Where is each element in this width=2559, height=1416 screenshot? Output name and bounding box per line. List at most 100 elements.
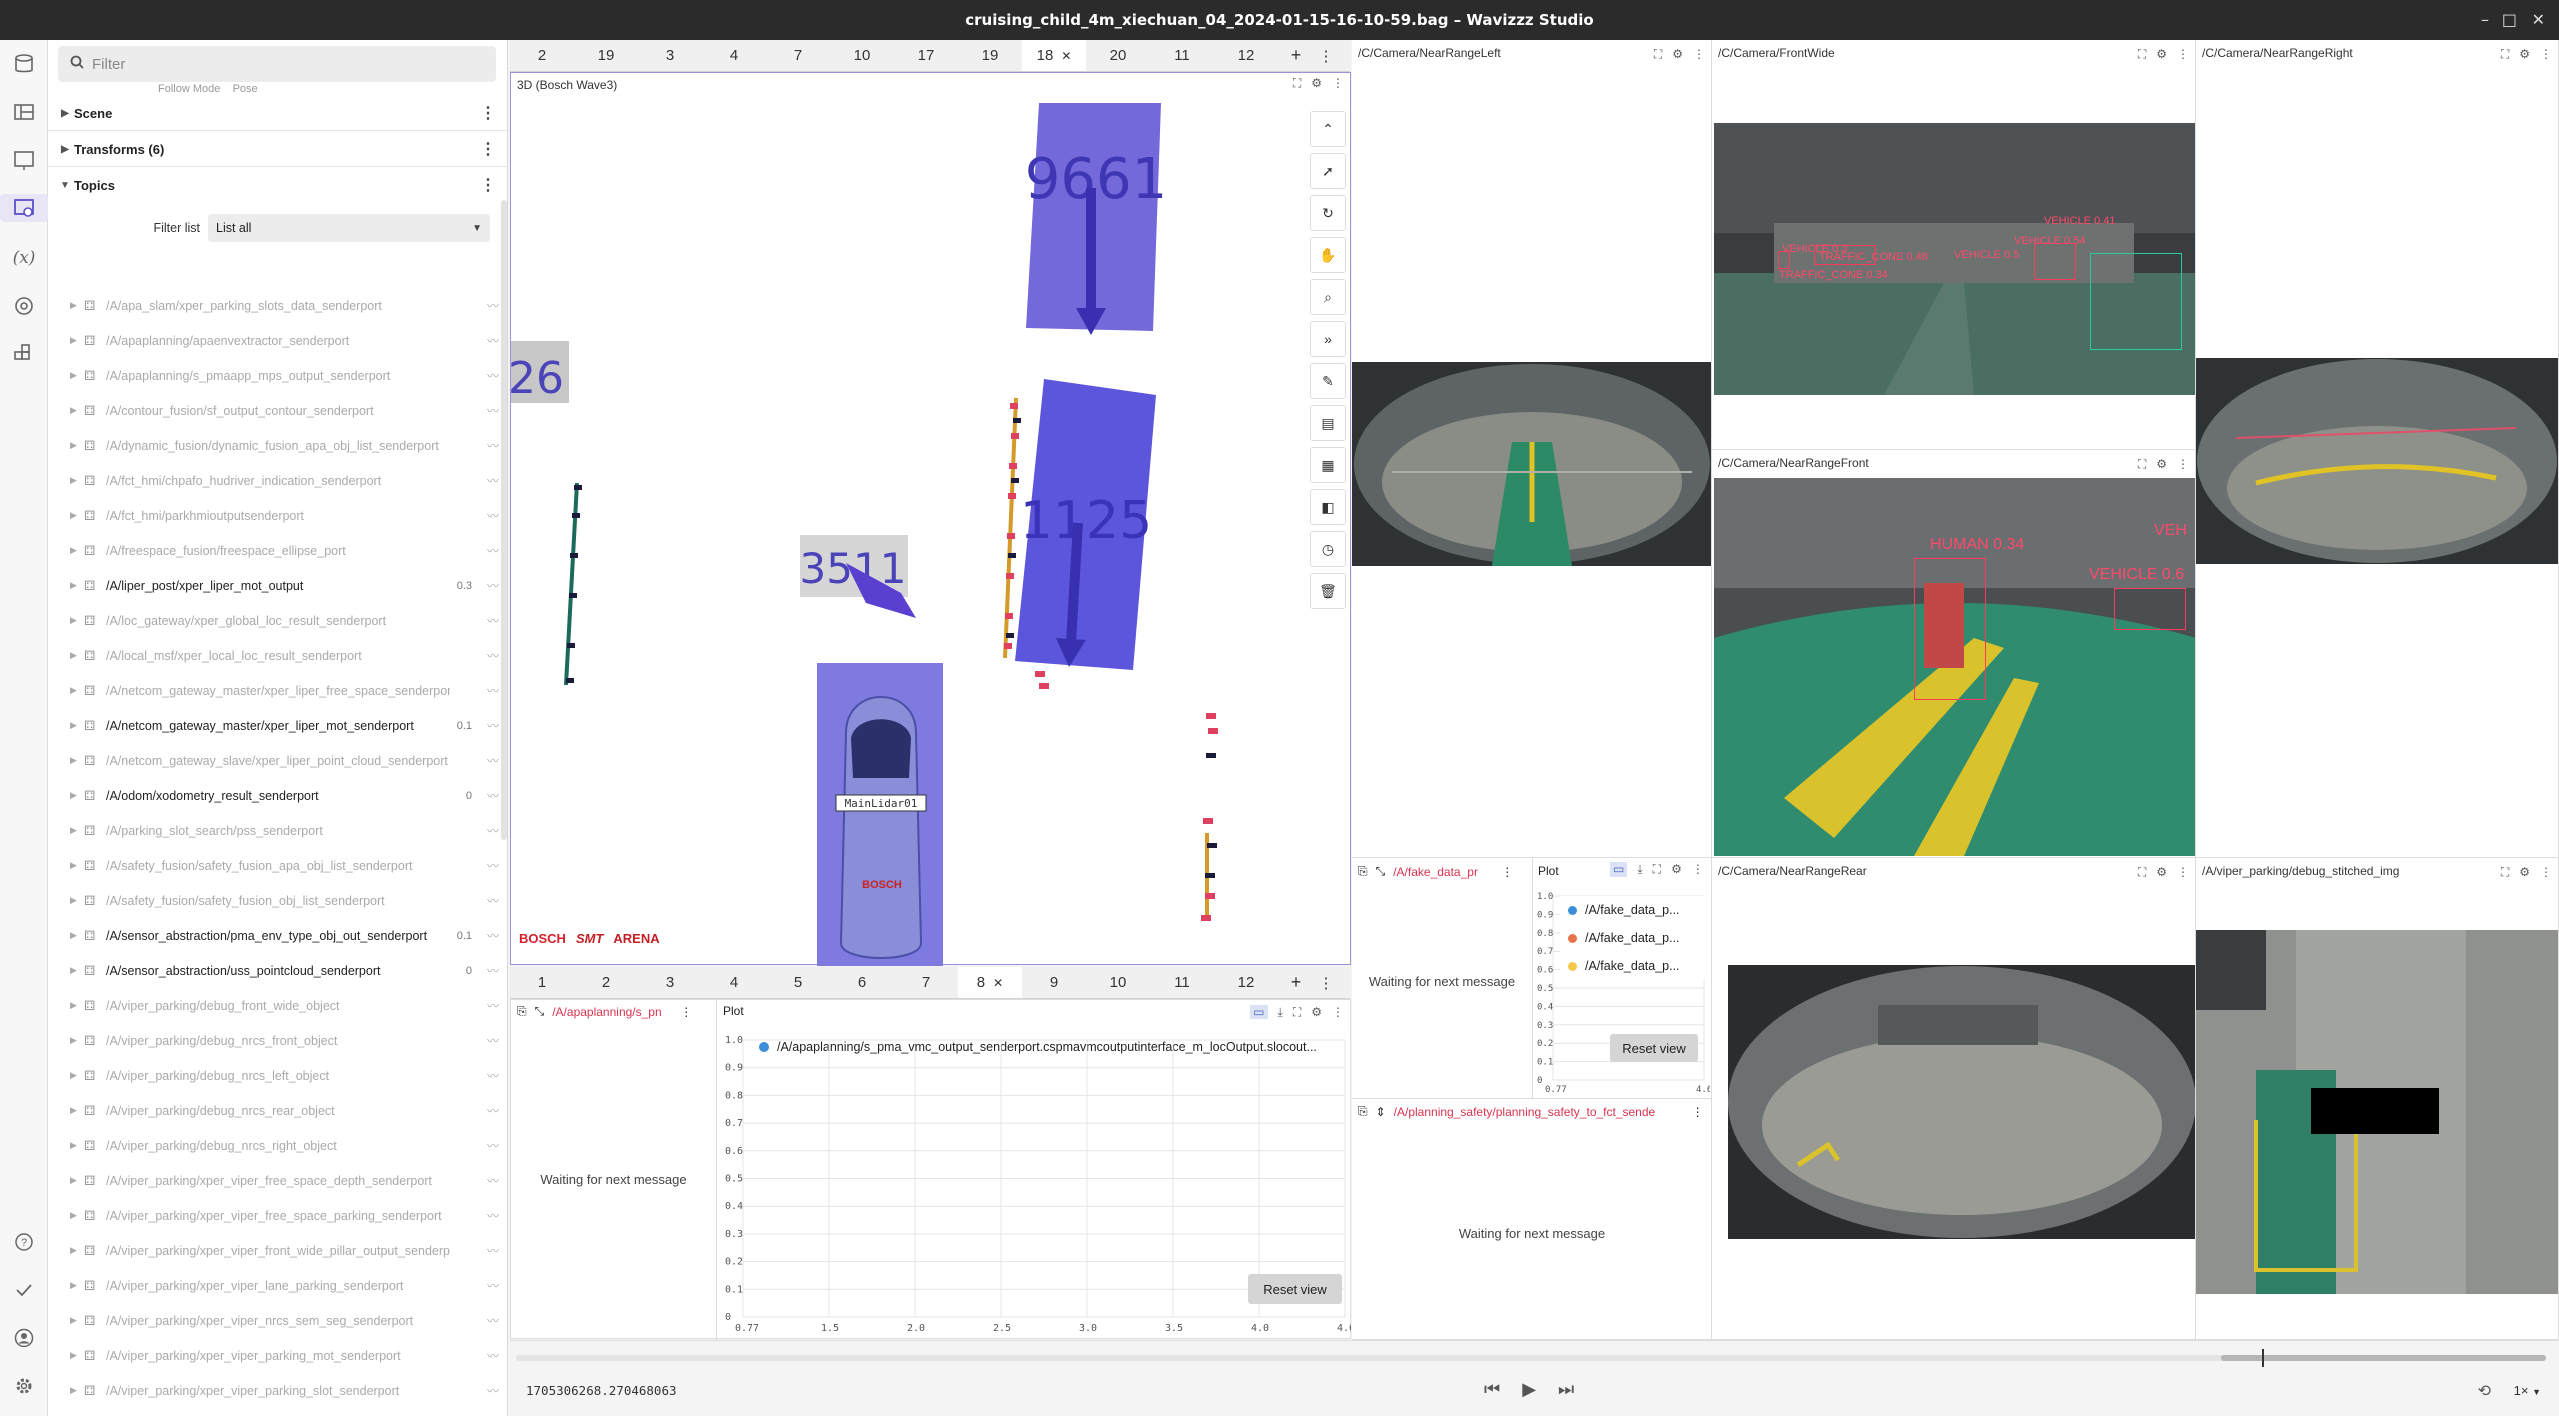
topic-row[interactable]: ▶ ⚃ /A/local_msf/xper_local_loc_result_sen… bbox=[48, 638, 507, 673]
chevron-right-icon[interactable]: ▶ bbox=[70, 965, 84, 976]
panel-settings-icon[interactable] bbox=[0, 194, 48, 222]
topic-row[interactable]: ▶ ⚃ /A/fct_hmi/chpafo_hudriver_indication_… bbox=[48, 463, 507, 498]
topic-row[interactable]: ▶ ⚃ /A/viper_parking/xper_viper_lane_parki… bbox=[48, 1268, 507, 1303]
view3d-panel[interactable]: 3D (Bosch Wave3) ⛶ ⚙ ⋮ 9661 1125 3511 26 bbox=[510, 72, 1351, 966]
chevron-right-icon[interactable]: ▶ bbox=[70, 1350, 84, 1361]
bottom-tab[interactable]: 5 bbox=[766, 967, 830, 998]
more-vertical-icon[interactable]: ⋮ bbox=[1314, 47, 1338, 65]
grid-icon[interactable]: ▦ bbox=[1310, 447, 1346, 483]
visibility-wave-icon[interactable]: 〰 bbox=[478, 857, 507, 874]
more-vertical-icon[interactable]: ⋮ bbox=[2540, 47, 2552, 61]
section-topics[interactable]: ▼ Topics ⋮ bbox=[48, 168, 507, 202]
bottom-tab[interactable]: 7 bbox=[894, 967, 958, 998]
chevron-right-icon[interactable]: ▶ bbox=[70, 930, 84, 941]
top-tab[interactable]: 18 ✕ bbox=[1022, 40, 1086, 71]
extensions-icon[interactable] bbox=[10, 340, 38, 368]
plot-mid-reset-button[interactable]: Reset view bbox=[1610, 1034, 1698, 1062]
skip-forward-icon[interactable]: ⏭ bbox=[1558, 1379, 1574, 1400]
topic-row[interactable]: ▶ ⚃ /A/viper_parking/debug_nrcs_right_obje… bbox=[48, 1128, 507, 1163]
topic-row[interactable]: ▶ ⚃ /A/apaplanning/apaenvextractor_senderp… bbox=[48, 323, 507, 358]
chevron-right-icon[interactable]: ▶ bbox=[70, 1385, 84, 1396]
bottom-tab[interactable]: 6 bbox=[830, 967, 894, 998]
top-tab[interactable]: 3 bbox=[638, 40, 702, 71]
section-scene[interactable]: ▶ Scene ⋮ bbox=[48, 96, 507, 131]
download-icon[interactable]: ⤓ bbox=[1278, 1005, 1283, 1020]
more-vertical-icon[interactable]: ⋮ bbox=[480, 139, 496, 159]
trash-icon[interactable]: 🗑 bbox=[1310, 573, 1346, 609]
chevron-right-icon[interactable]: ▶ bbox=[70, 335, 84, 346]
chevron-right-icon[interactable]: ▶ bbox=[70, 475, 84, 486]
more-vertical-icon[interactable]: ⋮ bbox=[2177, 865, 2189, 879]
double-chevron-icon[interactable]: » bbox=[1310, 321, 1346, 357]
topic-row[interactable]: ▶ ⚃ /A/viper_parking/xper_viper_front_wide… bbox=[48, 1233, 507, 1268]
camera-panel-near-right[interactable]: /C/Camera/NearRangeRight ⛶ ⚙ ⋮ bbox=[2196, 40, 2559, 858]
select-cursor-icon[interactable]: ➚ bbox=[1310, 153, 1346, 189]
sidebar-filter[interactable]: Filter bbox=[58, 46, 496, 82]
topic-row[interactable]: ▶ ⚃/A/fct_hmi/parkhmioutputsenderport 〰 bbox=[48, 498, 507, 533]
topic-row[interactable]: ▶ ⚃ /A/safety_fusion/safety_fusion_apa_obj… bbox=[48, 848, 507, 883]
topic-row[interactable]: ▶ ⚃ /A/contour_fusion/sf_output_contour_se… bbox=[48, 393, 507, 428]
bottom-tab[interactable]: 12 bbox=[1214, 967, 1278, 998]
close-window-button[interactable]: ✕ bbox=[2532, 10, 2545, 29]
chevron-right-icon[interactable]: ▶ bbox=[70, 1070, 84, 1081]
fullscreen-icon[interactable]: ⛶ bbox=[1293, 1005, 1301, 1020]
topic-row[interactable]: ▶ ⚃ /A/sensor_abstraction/uss_pointcloud_s… bbox=[48, 953, 507, 988]
topic-row[interactable]: ▶ ⚃/A/parking_slot_search/pss_senderport 〰 bbox=[48, 813, 507, 848]
top-tab[interactable]: 2 bbox=[510, 40, 574, 71]
gear-icon[interactable]: ⚙ bbox=[2519, 47, 2530, 61]
variables-icon[interactable]: (x) bbox=[10, 244, 38, 272]
chevron-right-icon[interactable]: ▶ bbox=[70, 1280, 84, 1291]
bottom-tab[interactable]: 11 bbox=[1150, 967, 1214, 998]
visibility-wave-icon[interactable]: 〰 bbox=[478, 1347, 507, 1364]
chevron-right-icon[interactable]: ▶ bbox=[70, 440, 84, 451]
bottom-tab[interactable]: 2 bbox=[574, 967, 638, 998]
topic-row[interactable]: ▶ ⚃ /A/safety_fusion/safety_fusion_obj_lis… bbox=[48, 883, 507, 918]
camera-panel-front-wide[interactable]: /C/Camera/FrontWide ⛶ ⚙ ⋮ VEHICLE 0.41 VEH… bbox=[1712, 40, 2196, 450]
visibility-wave-icon[interactable]: 〰 bbox=[478, 892, 507, 909]
gear-icon[interactable]: ⚙ bbox=[1672, 47, 1683, 61]
legend-item[interactable]: /A/fake_data_p... bbox=[1560, 952, 1705, 980]
topic-row[interactable]: ▶ ⚃ /A/viper_parking/xper_viper_parking_sl… bbox=[48, 1373, 507, 1408]
copy-icon[interactable]: ⎘ bbox=[1358, 864, 1368, 879]
topic-row[interactable]: ▶⚃/A/viper_parking/xper_viper_road_marke… bbox=[48, 1408, 507, 1416]
top-tab[interactable]: 7 bbox=[766, 40, 830, 71]
gear-icon[interactable]: ⚙ bbox=[1311, 1005, 1322, 1019]
chevron-right-icon[interactable]: ▶ bbox=[70, 1245, 84, 1256]
pan-hand-icon[interactable]: ✋ bbox=[1310, 237, 1346, 273]
close-tab-icon[interactable]: ✕ bbox=[993, 976, 1003, 990]
top-tab[interactable]: 19 bbox=[574, 40, 638, 71]
top-tab[interactable]: 20 bbox=[1086, 40, 1150, 71]
copy-icon[interactable]: ⎘ bbox=[1358, 1104, 1368, 1119]
camera-panel-near-rear[interactable]: /C/Camera/NearRangeRear ⛶ ⚙ ⋮ bbox=[1712, 858, 2196, 1340]
more-vertical-icon[interactable]: ⋮ bbox=[1314, 974, 1338, 992]
zoom-icon[interactable]: ⌕ bbox=[1310, 279, 1346, 315]
chevron-right-icon[interactable]: ▶ bbox=[70, 755, 84, 766]
more-vertical-icon[interactable]: ⋮ bbox=[1332, 1005, 1344, 1019]
chevron-right-icon[interactable]: ▶ bbox=[70, 510, 84, 521]
topic-row[interactable]: ▶ ⚃ /A/loc_gateway/xper_global_loc_result_… bbox=[48, 603, 507, 638]
chevron-right-icon[interactable]: ▶ bbox=[70, 1105, 84, 1116]
chevron-right-icon[interactable]: ▶ bbox=[70, 825, 84, 836]
collapse-up-icon[interactable]: ⌃ bbox=[1310, 111, 1346, 147]
visibility-wave-icon[interactable]: 〰 bbox=[478, 1242, 507, 1259]
visibility-wave-icon[interactable]: 〰 bbox=[478, 1207, 507, 1224]
more-vertical-icon[interactable]: ⋮ bbox=[2177, 47, 2189, 61]
check-icon[interactable] bbox=[10, 1276, 38, 1304]
gear-icon[interactable]: ⚙ bbox=[1671, 862, 1682, 877]
chevron-right-icon[interactable]: ▶ bbox=[70, 1210, 84, 1221]
chevron-right-icon[interactable]: ▶ bbox=[70, 1140, 84, 1151]
bottom-tab[interactable]: 8 ✕ bbox=[958, 967, 1022, 998]
maximize-button[interactable]: □ bbox=[2502, 10, 2517, 29]
expand-arrows-icon[interactable]: ⤡ bbox=[535, 1004, 545, 1019]
more-vertical-icon[interactable]: ⋮ bbox=[2177, 457, 2189, 471]
topics-icon[interactable] bbox=[10, 292, 38, 320]
filter-list-select[interactable]: List all ▼ bbox=[208, 214, 490, 242]
playback-track[interactable] bbox=[516, 1355, 2546, 1361]
topic-row[interactable]: ▶ ⚃ /A/apa_slam/xper_parking_slots_data_se… bbox=[48, 288, 507, 323]
draw-pencil-icon[interactable]: ✎ bbox=[1310, 363, 1346, 399]
chart-toggle-icon[interactable]: ▭ bbox=[1610, 862, 1628, 877]
plot-mid-legend[interactable]: /A/fake_data_p... /A/fake_data_p... /A/f… bbox=[1560, 896, 1705, 980]
camera-panel-near-front[interactable]: /C/Camera/NearRangeFront ⛶ ⚙ ⋮ HUMAN 0.34 … bbox=[1712, 450, 2196, 858]
visibility-wave-icon[interactable]: 〰 bbox=[478, 1382, 507, 1399]
chevron-right-icon[interactable]: ▶ bbox=[70, 1000, 84, 1011]
